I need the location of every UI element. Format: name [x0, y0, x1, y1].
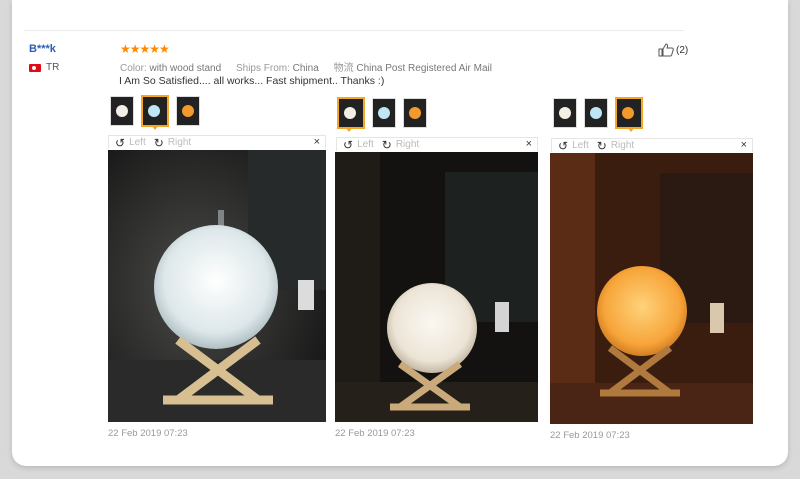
thumbnail[interactable] — [176, 96, 200, 126]
review-date: 22 Feb 2019 07:23 — [108, 428, 188, 439]
ships-from-value: China — [292, 63, 319, 74]
review-date: 22 Feb 2019 07:23 — [335, 428, 415, 439]
thumbnail-strip-1 — [110, 95, 200, 127]
rotate-right-icon[interactable]: ↻ — [597, 140, 607, 152]
shipping-label: 物流 — [333, 63, 354, 74]
rotate-right-icon[interactable]: ↻ — [154, 137, 164, 149]
color-label: Color: — [120, 63, 147, 74]
country-code: TR — [46, 62, 60, 73]
review-photo[interactable] — [335, 152, 538, 422]
reviewer-country: TR — [29, 62, 59, 73]
review-photo[interactable] — [550, 153, 753, 424]
close-icon[interactable]: × — [741, 139, 747, 151]
rotate-right-label[interactable]: Right — [611, 140, 634, 151]
like-button[interactable]: (2) — [658, 43, 688, 57]
rotate-right-icon[interactable]: ↻ — [382, 139, 392, 151]
thumbnail[interactable] — [403, 98, 427, 128]
thumbnail-strip-2 — [337, 97, 427, 129]
rotate-right-label[interactable]: Right — [396, 139, 419, 150]
ships-from-label: Ships From: — [235, 63, 290, 74]
review-date: 22 Feb 2019 07:23 — [550, 430, 630, 441]
thumb-pointer — [627, 127, 635, 132]
review-photo[interactable] — [108, 150, 326, 422]
order-meta: Color: with wood stand Ships From: China… — [120, 59, 504, 74]
thumbnail[interactable] — [584, 98, 608, 128]
close-icon[interactable]: × — [526, 138, 532, 150]
like-count: (2) — [676, 44, 689, 56]
rotate-left-icon[interactable]: ↺ — [558, 140, 568, 152]
color-value: with wood stand — [149, 63, 222, 74]
turkey-flag-icon — [29, 63, 41, 72]
image-toolbar: ↺ Left ↻ Right × — [108, 135, 326, 149]
reviewer-name[interactable]: B***k — [29, 43, 56, 55]
image-toolbar: ↺ Left ↻ Right × — [551, 138, 753, 152]
thumbnail[interactable] — [372, 98, 396, 128]
thumb-pointer — [345, 127, 353, 132]
thumbnail[interactable] — [110, 96, 134, 126]
rotate-left-icon[interactable]: ↺ — [115, 137, 125, 149]
rotate-left-icon[interactable]: ↺ — [343, 139, 353, 151]
close-icon[interactable]: × — [314, 136, 320, 148]
rotate-left-label[interactable]: Left — [572, 140, 589, 151]
rating-stars: ★★★★★ — [120, 42, 170, 56]
thumbs-up-icon — [658, 43, 674, 57]
rotate-right-label[interactable]: Right — [168, 137, 191, 148]
thumbnail-selected[interactable] — [337, 97, 365, 129]
thumbnail-selected[interactable] — [615, 97, 643, 129]
thumbnail-selected[interactable] — [141, 95, 169, 127]
rotate-left-label[interactable]: Left — [357, 139, 374, 150]
shipping-value: China Post Registered Air Mail — [356, 63, 492, 74]
rotate-left-label[interactable]: Left — [129, 137, 146, 148]
divider — [24, 30, 684, 31]
image-toolbar: ↺ Left ↻ Right × — [336, 137, 538, 151]
thumb-pointer — [151, 125, 159, 130]
review-comment: I Am So Satisfied.... all works... Fast … — [119, 75, 385, 87]
thumbnail-strip-3 — [553, 97, 643, 129]
thumbnail[interactable] — [553, 98, 577, 128]
